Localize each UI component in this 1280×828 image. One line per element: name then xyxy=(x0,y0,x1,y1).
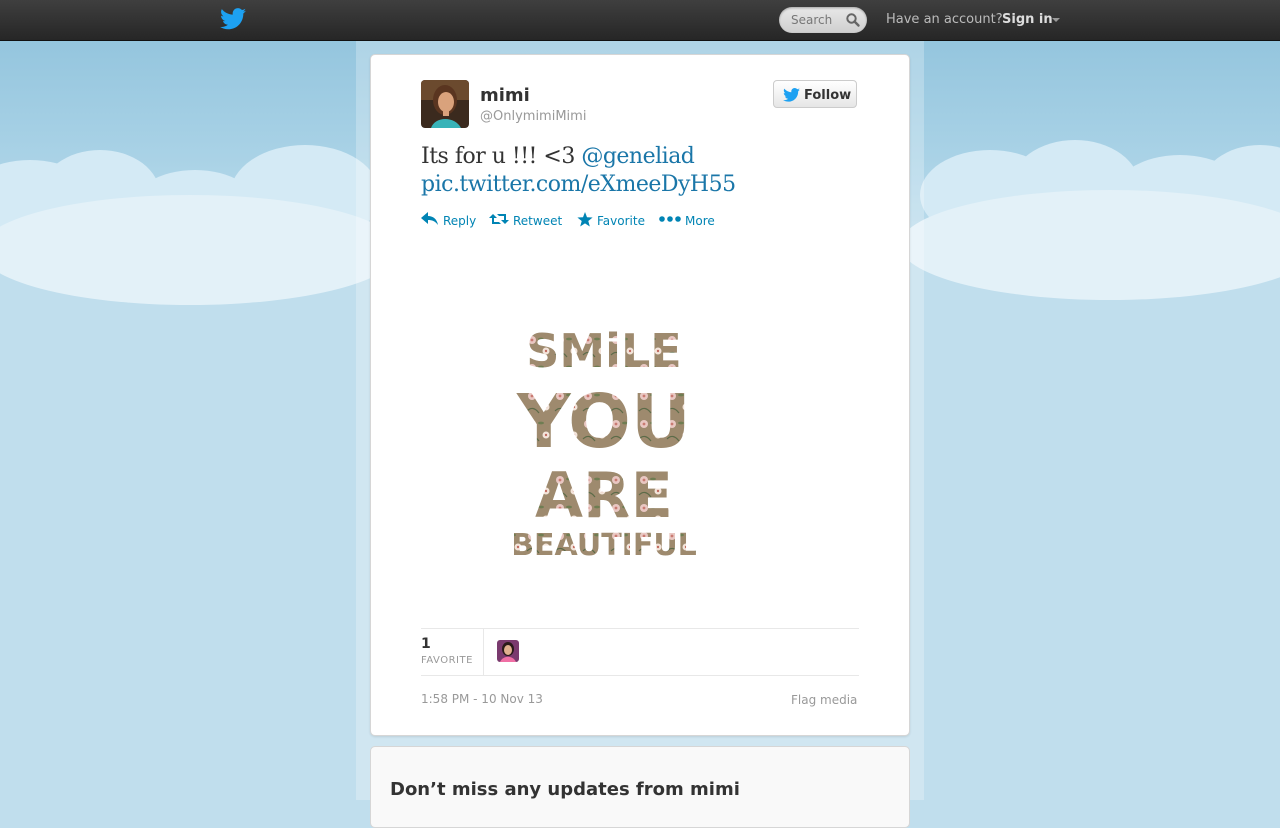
search-input[interactable] xyxy=(791,12,841,28)
retweet-label: Retweet xyxy=(513,214,563,228)
reply-button[interactable]: Reply xyxy=(421,211,481,231)
stats-divider-top xyxy=(421,628,859,629)
user-display-name[interactable]: mimi xyxy=(480,85,530,106)
tweet-text-body: Its for u !!! <3 xyxy=(421,144,582,169)
tweet-media-image[interactable]: SMiLE YOU ARE BEAUTIFUL xyxy=(497,305,711,575)
stats-separator xyxy=(483,629,484,675)
search-icon[interactable] xyxy=(845,12,861,28)
flag-media-link[interactable]: Flag media xyxy=(791,693,857,707)
reply-icon xyxy=(421,212,438,225)
more-dots-icon xyxy=(659,216,681,222)
tweet-card: mimi @OnlymimiMimi Follow Its for u !!! … xyxy=(370,54,910,736)
twitter-bird-icon xyxy=(783,88,800,102)
more-button[interactable]: More xyxy=(659,211,719,231)
star-icon xyxy=(577,212,593,227)
signup-card-title: Don’t miss any updates from mimi xyxy=(390,779,740,800)
retweet-icon xyxy=(489,214,509,224)
favorite-label: Favorite xyxy=(597,214,645,228)
have-account-text: Have an account? xyxy=(886,12,1003,27)
favorites-count[interactable]: 1 xyxy=(421,636,431,652)
media-link[interactable]: pic.twitter.com/eXmeeDyH55 xyxy=(421,172,736,197)
media-text-smile: SMiLE xyxy=(526,324,681,378)
follow-label: Follow xyxy=(804,88,852,103)
chevron-down-icon[interactable] xyxy=(1052,18,1060,22)
media-text-are: ARE xyxy=(535,459,673,532)
sign-in-link[interactable]: Sign in xyxy=(1002,12,1053,27)
more-label: More xyxy=(685,214,715,228)
stats-divider-bottom xyxy=(421,675,859,676)
retweet-button[interactable]: Retweet xyxy=(489,211,567,231)
search-box[interactable] xyxy=(779,7,867,33)
favoriter-avatar[interactable] xyxy=(497,640,519,662)
twitter-bird-icon[interactable] xyxy=(220,8,246,30)
media-text-beautiful: BEAUTIFUL xyxy=(511,528,697,563)
media-text-you: YOU xyxy=(516,379,691,465)
top-navigation-bar: Have an account? Sign in xyxy=(0,0,1280,41)
signup-card: Don’t miss any updates from mimi xyxy=(370,746,910,828)
favorite-button[interactable]: Favorite xyxy=(577,211,649,231)
favorites-label: FAVORITE xyxy=(421,655,473,666)
user-handle[interactable]: @OnlymimiMimi xyxy=(480,109,586,124)
avatar[interactable] xyxy=(421,80,469,128)
reply-label: Reply xyxy=(443,214,477,228)
tweet-text: Its for u !!! <3 @geneliad pic.twitter.c… xyxy=(421,143,861,199)
mention-link[interactable]: @geneliad xyxy=(581,144,695,169)
follow-button[interactable]: Follow xyxy=(773,80,857,108)
tweet-timestamp[interactable]: 1:58 PM - 10 Nov 13 xyxy=(421,692,543,706)
